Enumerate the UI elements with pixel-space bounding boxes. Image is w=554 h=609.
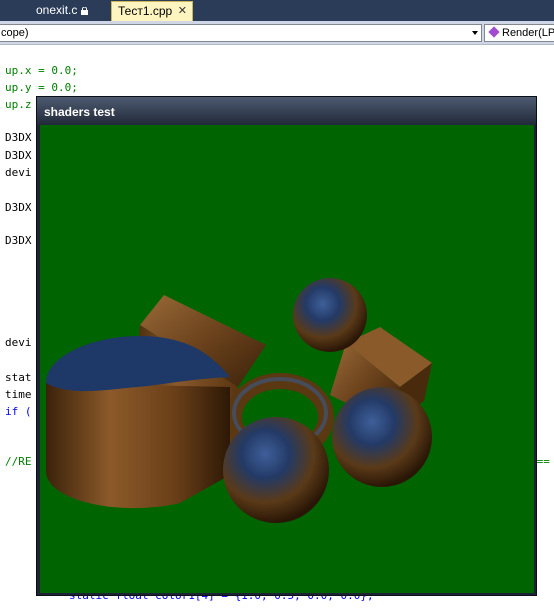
lock-icon xyxy=(81,7,89,15)
mirror-sphere-right xyxy=(332,387,432,487)
code-line: time xyxy=(5,388,32,401)
member-dropdown[interactable]: Render(LP xyxy=(484,24,554,42)
close-icon[interactable]: ✕ xyxy=(178,2,187,21)
code-line: devi xyxy=(5,166,32,179)
window-title: shaders test xyxy=(44,105,115,119)
window-title-bar[interactable]: shaders test xyxy=(37,97,536,125)
tab-test1-cpp[interactable]: Тест1.cpp ✕ xyxy=(111,1,193,21)
rendered-scene xyxy=(46,278,432,523)
code-line: D3DX xyxy=(5,201,32,214)
tab-onexit-c[interactable]: onexit.c xyxy=(30,1,98,20)
wooden-cylinder xyxy=(46,336,230,509)
code-line: D3DX xyxy=(5,234,32,247)
chevron-down-icon[interactable] xyxy=(472,31,478,35)
render-viewport[interactable] xyxy=(40,125,534,593)
tab-label: onexit.c xyxy=(36,3,78,17)
code-line: D3DX xyxy=(5,131,32,144)
scope-value: cope) xyxy=(1,27,29,39)
code-line: //RE xyxy=(5,455,32,468)
mirror-sphere-top xyxy=(293,278,367,352)
scope-dropdown[interactable]: cope) xyxy=(0,24,482,42)
code-line: D3DX xyxy=(5,149,32,162)
navigation-bar: cope) Render(LP xyxy=(0,21,554,45)
tab-label: Тест1.cpp xyxy=(118,4,173,18)
code-line: up.y = 0.0; xyxy=(5,81,78,94)
member-value: Render(LP xyxy=(502,27,554,39)
method-icon xyxy=(488,26,500,38)
document-tab-bar: onexit.c Тест1.cpp ✕ xyxy=(0,0,554,21)
shaders-test-window[interactable]: shaders test xyxy=(36,96,537,596)
code-line: up.z xyxy=(5,98,32,111)
code-line: devi xyxy=(5,336,32,349)
code-line: up.x = 0.0; xyxy=(5,64,78,77)
tab-hidden[interactable] xyxy=(0,1,10,20)
code-line: stat xyxy=(5,371,32,384)
code-line: if ( xyxy=(5,405,32,418)
mirror-sphere-front xyxy=(223,417,329,523)
